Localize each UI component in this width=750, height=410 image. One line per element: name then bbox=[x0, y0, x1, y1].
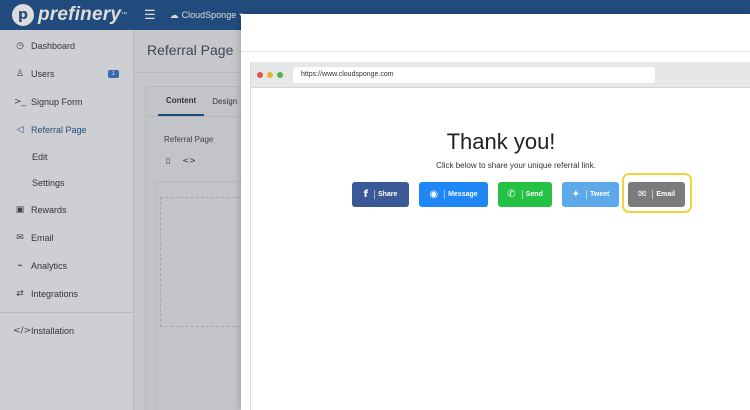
url-bar: https://www.cloudsponge.com bbox=[293, 66, 655, 83]
twitter-share-button[interactable]: ✦ Tweet bbox=[562, 182, 619, 207]
window-close-dot bbox=[257, 71, 263, 78]
messenger-icon: ◉ bbox=[429, 189, 439, 200]
window-minimize-dot bbox=[267, 71, 273, 78]
modal-header bbox=[241, 14, 750, 52]
share-button-label: Tweet bbox=[590, 191, 610, 198]
email-button-highlight bbox=[622, 173, 692, 213]
window-maximize-dot bbox=[277, 71, 283, 78]
twitter-icon: ✦ bbox=[571, 189, 581, 200]
facebook-icon: f bbox=[363, 189, 368, 200]
preview-modal: https://www.cloudsponge.com Thank you! C… bbox=[241, 14, 750, 410]
facebook-share-button[interactable]: f Share bbox=[352, 182, 409, 207]
browser-chrome: https://www.cloudsponge.com bbox=[251, 62, 750, 88]
browser-preview: https://www.cloudsponge.com Thank you! C… bbox=[250, 62, 750, 410]
share-button-label: Send bbox=[525, 191, 543, 198]
whatsapp-icon: ✆ bbox=[507, 189, 516, 200]
thank-you-subtitle: Click below to share your unique referra… bbox=[436, 161, 596, 170]
whatsapp-share-button[interactable]: ✆ Send bbox=[498, 182, 552, 207]
share-button-label: Share bbox=[377, 191, 398, 198]
messenger-share-button[interactable]: ◉ Message bbox=[419, 182, 488, 207]
thank-you-title: Thank you! bbox=[446, 129, 556, 154]
share-button-label: Message bbox=[448, 191, 478, 198]
